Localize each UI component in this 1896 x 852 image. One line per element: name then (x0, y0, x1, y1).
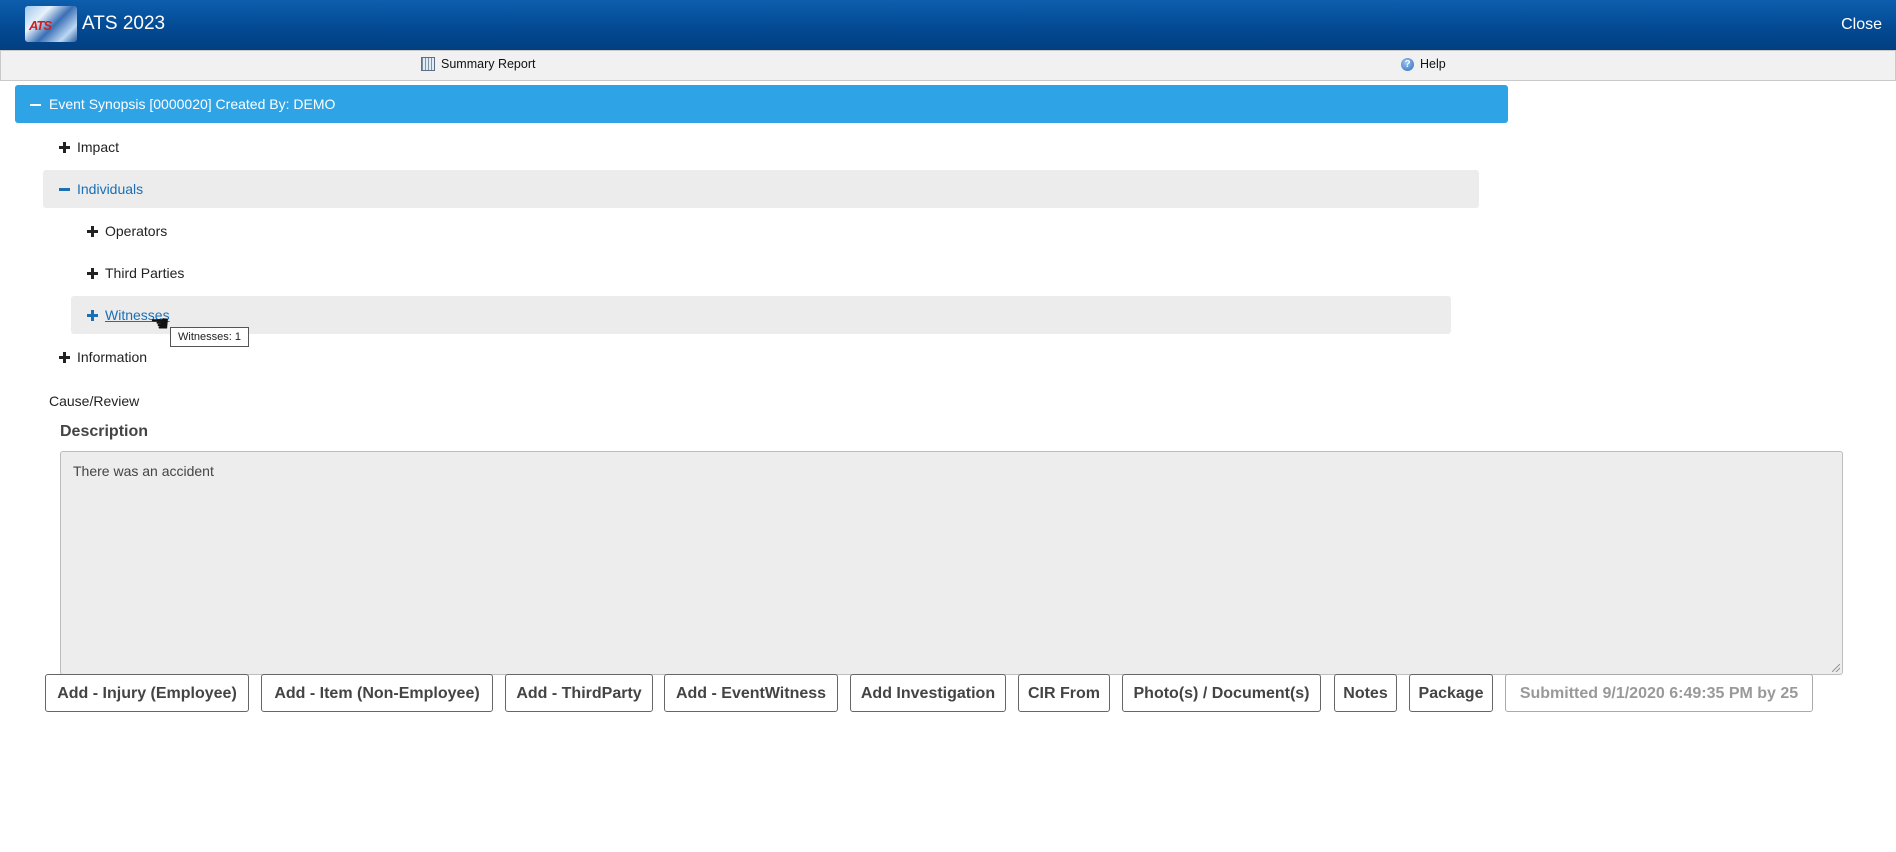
cause-review-label: Cause/Review (49, 393, 140, 409)
collapse-icon (59, 188, 70, 191)
close-button[interactable]: Close (1841, 16, 1882, 34)
witnesses-tooltip: Witnesses: 1 (170, 327, 249, 347)
add-investigation-button[interactable]: Add Investigation (850, 674, 1006, 712)
hand-cursor-icon: ☚ (150, 311, 170, 336)
expand-icon (87, 310, 98, 321)
title-bar: ATS ATS 2023 Close (0, 0, 1896, 50)
tree-item-operators[interactable]: Operators (71, 212, 1451, 250)
expand-icon (87, 226, 98, 237)
summary-report-button[interactable]: Summary Report (421, 57, 535, 71)
event-synopsis-title: Event Synopsis [0000020] Created By: DEM… (49, 96, 336, 112)
help-button[interactable]: ? Help (1401, 57, 1446, 71)
tree-item-witnesses[interactable]: Witnesses (71, 296, 1451, 334)
help-icon: ? (1401, 57, 1414, 71)
report-icon (421, 57, 435, 71)
tree-item-label: Information (77, 349, 148, 365)
expand-icon (59, 142, 70, 153)
logo-text: ATS (29, 18, 52, 33)
notes-button[interactable]: Notes (1334, 674, 1397, 712)
tree-item-information[interactable]: Information (43, 338, 1479, 376)
event-synopsis-header[interactable]: Event Synopsis [0000020] Created By: DEM… (15, 85, 1508, 123)
help-label: Help (1420, 57, 1446, 71)
package-button[interactable]: Package (1409, 674, 1493, 712)
add-eventwitness-button[interactable]: Add - EventWitness (664, 674, 838, 712)
resize-grip-icon[interactable] (1832, 664, 1840, 672)
add-item-button[interactable]: Add - Item (Non-Employee) (261, 674, 493, 712)
toolbar: Summary Report ? Help (0, 50, 1896, 81)
description-label: Description (60, 423, 149, 440)
description-value: There was an accident (73, 463, 214, 479)
expand-icon (87, 268, 98, 279)
tree-item-label: Individuals (77, 181, 144, 197)
submitted-button: Submitted 9/1/2020 6:49:35 PM by 25 (1505, 674, 1813, 712)
app-title: ATS 2023 (82, 13, 166, 34)
tree-item-label: Operators (105, 223, 168, 239)
ats-logo: ATS (25, 6, 77, 42)
tree-item-label: Impact (77, 139, 120, 155)
tree-item-label: Third Parties (105, 265, 185, 281)
tree-item-individuals[interactable]: Individuals (43, 170, 1479, 208)
add-thirdparty-button[interactable]: Add - ThirdParty (505, 674, 653, 712)
add-injury-button[interactable]: Add - Injury (Employee) (45, 674, 249, 712)
collapse-icon (30, 104, 41, 106)
tree-item-third-parties[interactable]: Third Parties (71, 254, 1451, 292)
photos-documents-button[interactable]: Photo(s) / Document(s) (1122, 674, 1321, 712)
expand-icon (59, 352, 70, 363)
summary-report-label: Summary Report (441, 57, 536, 71)
cir-from-button[interactable]: CIR From (1018, 674, 1110, 712)
tree-item-impact[interactable]: Impact (43, 128, 1479, 166)
description-textarea[interactable]: There was an accident (60, 451, 1843, 675)
